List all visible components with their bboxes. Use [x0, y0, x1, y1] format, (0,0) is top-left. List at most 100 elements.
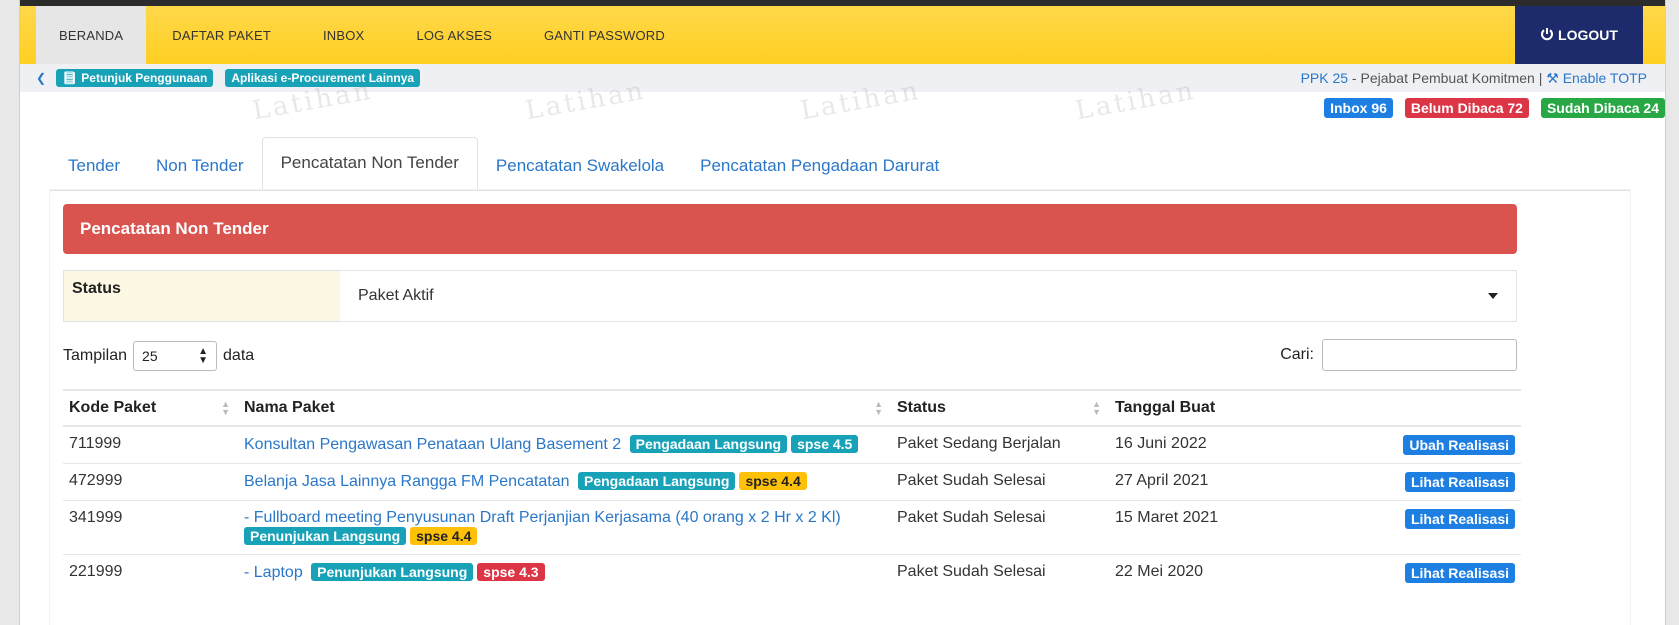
app-window: BERANDA DAFTAR PAKET INBOX LOG AKSES GAN…	[20, 6, 1665, 625]
col-nama-paket[interactable]: Nama Paket ▲ ▼	[238, 389, 891, 427]
package-table: Kode Paket ▲ ▼ Nama Paket ▲ ▼ Status ▲ ▼ Tangg…	[63, 389, 1521, 591]
inbox-badges: Inbox 96 Belum Dibaca 72 Sudah Dibaca 24	[1324, 98, 1665, 118]
tab-tender[interactable]: Tender	[50, 142, 138, 190]
page-length-select[interactable]: 25 ▲ ▼	[133, 341, 218, 371]
unread-count-badge[interactable]: Belum Dibaca 72	[1404, 98, 1529, 118]
inbox-count-badge[interactable]: Inbox 96	[1324, 98, 1393, 118]
lihat-realisasi-button[interactable]: Lihat Realisasi	[1404, 472, 1515, 492]
header-label: Tanggal Buat	[1115, 399, 1216, 416]
book-icon: 📘︎	[62, 71, 78, 85]
tab-pencatatan-non-tender[interactable]: Pencatatan Non Tender	[261, 137, 478, 190]
sort-icon: ▲ ▼	[1092, 399, 1101, 417]
status-select[interactable]: Paket Aktif	[340, 271, 1516, 321]
package-name-link[interactable]: - Fullboard meeting Penyusunan Draft Per…	[244, 509, 841, 526]
ubah-realisasi-button[interactable]: Ubah Realisasi	[1403, 435, 1515, 455]
tab-pencatatan-swakelola[interactable]: Pencatatan Swakelola	[478, 142, 682, 190]
table-header-row: Kode Paket ▲ ▼ Nama Paket ▲ ▼ Status ▲ ▼ Tangg…	[63, 389, 1521, 427]
package-name-link[interactable]: Konsultan Pengawasan Penataan Ulang Base…	[244, 436, 621, 453]
tab-pencatatan-pengadaan-darurat[interactable]: Pencatatan Pengadaan Darurat	[682, 142, 957, 190]
cell-action: Lihat Realisasi	[1369, 463, 1521, 501]
status-select-value: Paket Aktif	[358, 287, 434, 304]
window-right-edge	[1665, 0, 1679, 625]
eproc-apps-link[interactable]: Aplikasi e-Procurement Lainnya	[225, 69, 421, 87]
cell-status: Paket Sudah Selesai	[891, 500, 1109, 555]
col-kode-paket[interactable]: Kode Paket ▲ ▼	[63, 389, 238, 427]
updown-icon: ▲ ▼	[198, 346, 209, 366]
window-left-edge	[0, 0, 20, 625]
spse-version-label: spse 4.5	[791, 435, 859, 453]
cell-tanggal: 27 April 2021	[1109, 463, 1369, 501]
lihat-realisasi-button[interactable]: Lihat Realisasi	[1404, 563, 1515, 583]
sub-toolbar: ❮ 📘︎ Petunjuk Penggunaan Aplikasi e-Proc…	[20, 64, 1665, 92]
col-tanggal-buat[interactable]: Tanggal Buat	[1109, 389, 1369, 427]
sort-icon: ▲ ▼	[221, 399, 230, 417]
cell-action: Lihat Realisasi	[1369, 500, 1521, 555]
table-row: 472999 Belanja Jasa Lainnya Rangga FM Pe…	[63, 463, 1521, 501]
search-input[interactable]	[1322, 339, 1517, 371]
header-label: Kode Paket	[69, 399, 157, 416]
user-info: PPK 25 - Pejabat Pembuat Komitmen | ⚒ En…	[1301, 70, 1647, 87]
caret-down-icon	[1488, 293, 1498, 299]
page-length-suffix: data	[223, 347, 255, 364]
col-status[interactable]: Status ▲ ▼	[891, 389, 1109, 427]
top-navigation: BERANDA DAFTAR PAKET INBOX LOG AKSES GAN…	[20, 6, 1665, 64]
nav-ganti-password[interactable]: GANTI PASSWORD	[518, 6, 691, 64]
table-row: 341999 - Fullboard meeting Penyusunan Dr…	[63, 500, 1521, 555]
package-name-link[interactable]: - Laptop	[244, 564, 303, 581]
method-label: Pengadaan Langsung	[578, 472, 736, 490]
guide-link[interactable]: 📘︎ Petunjuk Penggunaan	[56, 69, 214, 87]
header-label: Nama Paket	[244, 399, 335, 416]
nav-log-akses[interactable]: LOG AKSES	[390, 6, 518, 64]
cell-kode: 341999	[63, 500, 238, 555]
cell-status: Paket Sudah Selesai	[891, 554, 1109, 591]
cell-status: Paket Sedang Berjalan	[891, 425, 1109, 464]
cell-action: Ubah Realisasi	[1369, 425, 1521, 464]
enable-totp-link[interactable]: ⚒ Enable TOTP	[1546, 70, 1647, 86]
read-count-badge[interactable]: Sudah Dibaca 24	[1540, 98, 1665, 118]
table-search: Cari:	[1280, 339, 1517, 371]
header-label: Status	[897, 399, 946, 416]
user-role: - Pejabat Pembuat Komitmen |	[1348, 70, 1547, 86]
package-name-link[interactable]: Belanja Jasa Lainnya Rangga FM Pencatata…	[244, 473, 570, 490]
page-length-control: Tampilan 25 ▲ ▼ data	[63, 341, 254, 371]
cell-nama: - Fullboard meeting Penyusunan Draft Per…	[238, 500, 891, 555]
cell-tanggal: 16 Juni 2022	[1109, 425, 1369, 464]
table-row: 711999 Konsultan Pengawasan Penataan Ula…	[63, 425, 1521, 464]
nav-inbox[interactable]: INBOX	[297, 6, 390, 64]
method-label: Penunjukan Langsung	[244, 527, 407, 545]
spse-version-label: spse 4.4	[410, 527, 478, 545]
cell-kode: 711999	[63, 425, 238, 464]
cell-kode: 472999	[63, 463, 238, 501]
cell-tanggal: 15 Maret 2021	[1109, 500, 1369, 555]
collapse-chevron-icon[interactable]: ❮	[36, 71, 46, 85]
spse-version-label: spse 4.3	[477, 563, 545, 581]
table-row: 221999 - Laptop Penunjukan Langsung spse …	[63, 554, 1521, 591]
tab-content: Pencatatan Non Tender Status Paket Aktif…	[50, 190, 1630, 625]
status-filter-label: Status	[64, 271, 340, 321]
logout-button[interactable]: LOGOUT	[1515, 6, 1643, 64]
lihat-realisasi-button[interactable]: Lihat Realisasi	[1404, 509, 1515, 529]
totp-label: Enable TOTP	[1562, 70, 1647, 86]
cell-nama: - Laptop Penunjukan Langsung spse 4.3	[238, 554, 891, 591]
cell-action: Lihat Realisasi	[1369, 554, 1521, 591]
nav-daftar-paket[interactable]: DAFTAR PAKET	[146, 6, 297, 64]
page-length-label: Tampilan	[63, 347, 128, 364]
tab-non-tender[interactable]: Non Tender	[138, 142, 262, 190]
cell-nama: Belanja Jasa Lainnya Rangga FM Pencatata…	[238, 463, 891, 501]
key-icon: ⚒	[1546, 70, 1559, 86]
user-name-link[interactable]: PPK 25	[1301, 70, 1348, 86]
search-label: Cari:	[1280, 346, 1314, 363]
cell-kode: 221999	[63, 554, 238, 591]
nav-beranda[interactable]: BERANDA	[36, 6, 147, 64]
sort-icon: ▲ ▼	[874, 399, 883, 417]
guide-label: Petunjuk Penggunaan	[81, 71, 208, 85]
power-icon	[1540, 27, 1554, 44]
method-label: Penunjukan Langsung	[311, 563, 474, 581]
method-label: Pengadaan Langsung	[629, 435, 788, 453]
logout-label: LOGOUT	[1558, 27, 1618, 43]
cell-nama: Konsultan Pengawasan Penataan Ulang Base…	[238, 425, 891, 464]
cell-tanggal: 22 Mei 2020	[1109, 554, 1369, 591]
status-filter-row: Status Paket Aktif	[63, 270, 1517, 322]
col-actions	[1369, 389, 1521, 427]
panel-title: Pencatatan Non Tender	[63, 204, 1517, 254]
